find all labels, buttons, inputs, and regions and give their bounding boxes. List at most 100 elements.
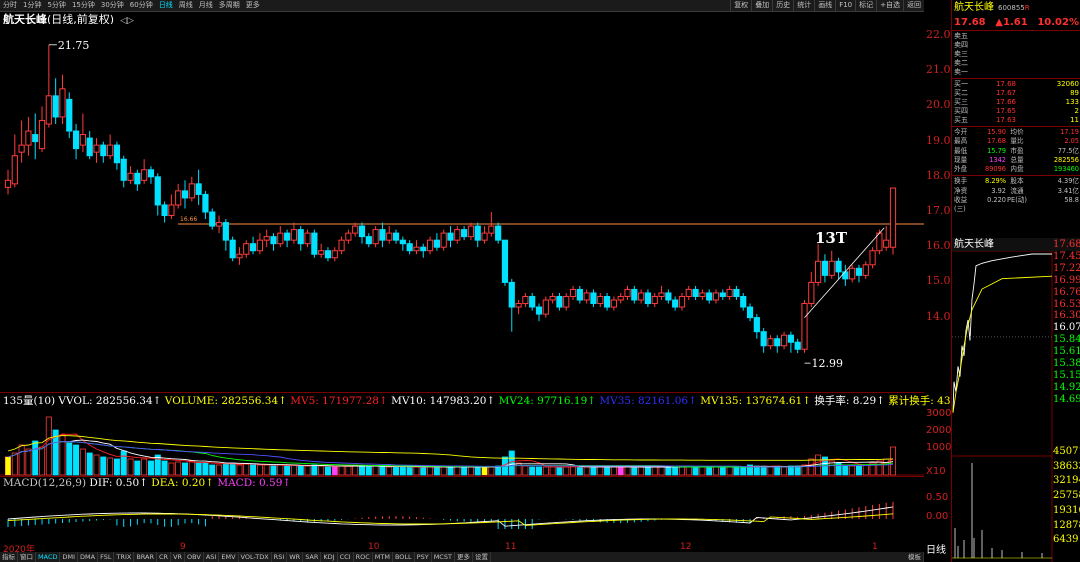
candle-body — [801, 303, 808, 350]
indicator-tab[interactable]: BRAR — [134, 552, 157, 562]
candle-body — [25, 130, 32, 146]
stat-label: 外盘 — [954, 165, 968, 174]
volume-bar — [604, 466, 611, 476]
indicator-tab[interactable]: CR — [157, 552, 172, 562]
indicator-tab[interactable]: MTM — [373, 552, 393, 562]
toolbar-button[interactable]: +自选 — [876, 0, 903, 11]
period-tab[interactable]: 更多 — [243, 0, 263, 11]
toolbar-button[interactable]: 叠加 — [751, 0, 772, 11]
indicator-tab[interactable]: 窗口 — [18, 552, 36, 562]
indicator-tab[interactable]: MCST — [432, 552, 455, 562]
indicator-tab[interactable]: TRIX — [114, 552, 135, 562]
stat-label: 量比 — [1010, 137, 1024, 146]
macd-legend-item: MACD: 0.59↑ — [217, 477, 292, 489]
volume-bar — [134, 460, 141, 476]
volume-bar — [672, 466, 679, 476]
toolbar-button[interactable]: 标记 — [855, 0, 876, 11]
indicator-tab[interactable]: PSY — [415, 552, 432, 562]
period-tab[interactable]: 30分钟 — [98, 0, 127, 11]
indicator-tab[interactable]: ROC — [354, 552, 373, 562]
candlestick-chart[interactable]: 16.66 21.75 12.99 13T — [0, 24, 924, 392]
indicator-tab[interactable]: RSI — [272, 552, 288, 562]
volume-bar — [876, 460, 883, 476]
intraday-mini-chart[interactable]: 航天长峰 17.68 17.45 17.22 16.99 16.76 16.53 16.30… — [952, 238, 1080, 562]
order-book-row: 买三 17.66 133 — [952, 98, 1080, 107]
macd-chart[interactable] — [0, 489, 924, 542]
indicator-tab[interactable]: WR — [287, 552, 304, 562]
period-tab[interactable]: 月线 — [196, 0, 216, 11]
toolbar-button[interactable]: 统计 — [793, 0, 814, 11]
candle-body — [399, 239, 406, 245]
indicator-tab[interactable]: SAR — [303, 552, 322, 562]
toolbar-button[interactable]: F10 — [835, 0, 855, 11]
toolbar-button[interactable]: 历史 — [772, 0, 793, 11]
period-tab[interactable]: 60分钟 — [127, 0, 156, 11]
candle-body — [869, 250, 876, 266]
stat-value: 0.220 — [987, 196, 1006, 205]
period-tab[interactable]: 日线 — [156, 0, 176, 11]
panel-divider — [0, 392, 924, 393]
quote-stat-row: 外盘 89096 内盘 193460 — [952, 165, 1080, 174]
price-change: ▲1.61 — [995, 17, 1028, 28]
volume-bar — [433, 466, 440, 476]
indicator-tab[interactable]: 设置 — [473, 552, 491, 562]
indicator-tab[interactable]: 指标 — [0, 552, 18, 562]
volume-bar — [141, 458, 148, 476]
mini-volume-axis-label: 12878 — [1053, 519, 1080, 531]
volume-bar — [862, 464, 869, 476]
indicator-tab[interactable]: VR — [171, 552, 186, 562]
volume-bar — [338, 465, 345, 476]
indicator-tab[interactable]: DMA — [78, 552, 99, 562]
candle-body — [644, 292, 652, 305]
candle-body — [352, 225, 359, 234]
volume-bar — [393, 466, 400, 476]
toolbar-button[interactable]: 复权 — [730, 0, 751, 11]
indicator-tab[interactable]: 更多 — [455, 552, 473, 562]
volume-bar — [324, 466, 331, 476]
indicator-tab[interactable]: VOL-TDX — [239, 552, 272, 562]
volume-bar — [570, 465, 577, 476]
volume-bar — [318, 465, 325, 476]
candle-body — [542, 299, 549, 315]
period-tab[interactable]: 1分钟 — [20, 0, 44, 11]
indicator-tab[interactable]: EMV — [219, 552, 239, 562]
indicator-tab[interactable]: BOLL — [393, 552, 415, 562]
volume-bar — [39, 446, 46, 476]
indicator-tab[interactable]: KDJ — [321, 552, 338, 562]
indicator-tabs: 指标 窗口 MACD DMI DMA FSL TRIX BRAR CR VR OBV ASI EMV VO… — [0, 552, 924, 562]
volume-chart[interactable] — [0, 405, 924, 477]
indicator-tab[interactable]: ASI — [204, 552, 220, 562]
period-tab[interactable]: 5分钟 — [44, 0, 68, 11]
candle-body — [79, 134, 86, 146]
stat-value: 15.90 — [987, 128, 1006, 136]
indicator-tab[interactable]: MACD — [36, 552, 61, 562]
toolbar-button[interactable]: 画线 — [814, 0, 835, 11]
mini-axis-label: 16.53 — [1053, 298, 1080, 310]
candle-body — [209, 211, 216, 227]
candle-body — [549, 295, 556, 301]
candle-body — [501, 239, 509, 283]
toolbar-button[interactable]: 返回 — [903, 0, 924, 11]
period-tab[interactable]: 多周期 — [216, 0, 243, 11]
period-tab[interactable]: 周线 — [176, 0, 196, 11]
indicator-tab[interactable]: DMI — [60, 552, 79, 562]
candle-body — [889, 187, 897, 248]
volume-bar — [277, 464, 284, 476]
indicator-tab[interactable]: FSL — [98, 552, 115, 562]
period-tab[interactable]: 分时 — [0, 0, 20, 11]
candle-body — [11, 155, 18, 185]
candle-body — [440, 232, 447, 248]
mini-axis-label: 17.45 — [1053, 250, 1080, 262]
stat-label: 市盈 — [1010, 146, 1024, 155]
indicator-tab[interactable]: OBV — [185, 552, 204, 562]
stat-label: 今开 — [954, 128, 968, 136]
candle-body — [59, 88, 66, 118]
indicator-tab[interactable]: CCI — [338, 552, 354, 562]
candle-body — [821, 260, 829, 276]
order-book-level: 卖二 — [954, 59, 968, 67]
template-button[interactable]: 模板 — [906, 552, 924, 562]
period-tab[interactable]: 15分钟 — [69, 0, 98, 11]
candle-body — [324, 250, 332, 259]
candle-body — [746, 306, 754, 319]
volume-bar — [250, 464, 257, 476]
